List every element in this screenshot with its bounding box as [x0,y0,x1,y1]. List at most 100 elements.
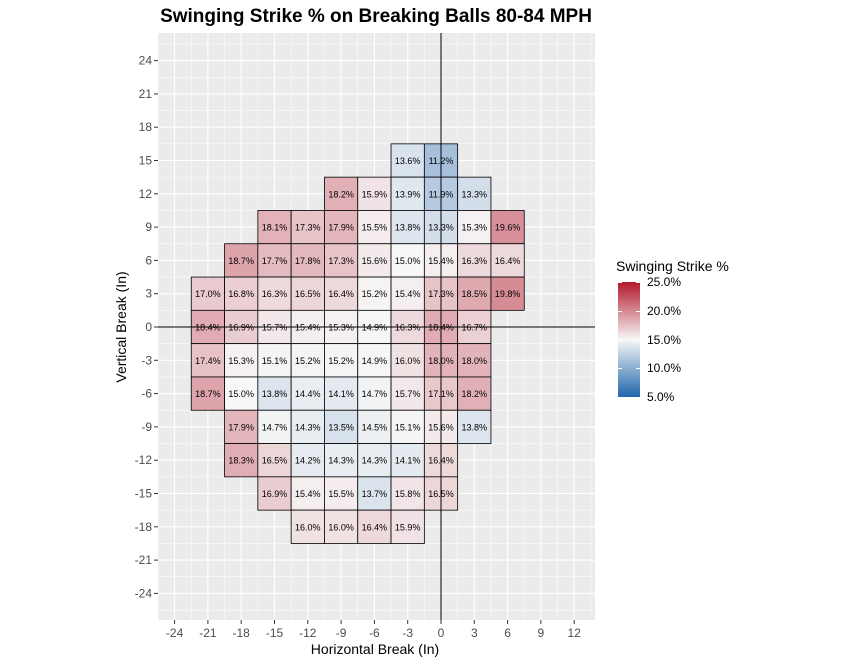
heatmap-cell: 16.3% [457,243,492,278]
heatmap-cell: 13.8% [257,376,292,411]
heatmap-cell: 15.9% [390,509,425,544]
heatmap-cell: 16.5% [257,443,292,478]
x-tick-label: 3 [471,626,478,640]
heatmap-cell: 14.7% [257,409,292,444]
heatmap-cell-label: 15.1% [262,356,288,366]
heatmap-cell: 19.8% [490,276,525,311]
x-tick-label: -6 [369,626,380,640]
heatmap-cell: 15.9% [357,176,392,211]
y-tick-label: 15 [139,154,153,168]
heatmap-cell-label: 14.1% [395,456,421,466]
heatmap-cell: 16.0% [324,509,359,544]
heatmap-cell: 13.7% [357,476,392,511]
heatmap-cell-label: 17.3% [328,256,354,266]
heatmap-cell: 16.4% [324,276,359,311]
legend-label: 20.0% [647,303,682,318]
heatmap-cell-label: 14.7% [362,389,388,399]
x-tick-label: 12 [568,626,582,640]
heatmap-cell: 15.2% [290,343,325,378]
heatmap-cell: 16.8% [224,276,259,311]
heatmap-cell-label: 13.3% [462,189,488,199]
heatmap-cell-label: 16.4% [328,289,354,299]
heatmap-cell: 14.1% [390,443,425,478]
heatmap-cell-label: 16.0% [295,522,321,532]
legend-tick [636,368,640,370]
y-tick-label: -24 [135,586,153,600]
heatmap-cell-label: 14.4% [295,389,321,399]
heatmap-cell-label: 14.9% [362,356,388,366]
heatmap-cell: 14.3% [290,409,325,444]
heatmap-cell-label: 16.4% [495,256,521,266]
heatmap-cell: 18.2% [324,176,359,211]
heatmap-cell: 15.5% [357,210,392,245]
heatmap-cell-label: 13.6% [395,156,421,166]
heatmap-cell: 16.0% [290,509,325,544]
x-tick-label: -3 [402,626,413,640]
heatmap-cell-label: 18.1% [262,223,288,233]
heatmap-cell: 15.0% [390,243,425,278]
heatmap-cell: 18.2% [457,376,492,411]
heatmap-cell-label: 18.0% [462,356,488,366]
y-tick-label: 12 [139,187,153,201]
heatmap-cell: 16.4% [490,243,525,278]
heatmap-cell-label: 19.6% [495,223,521,233]
x-tick-label: -21 [199,626,217,640]
heatmap-cell-label: 18.2% [328,189,354,199]
x-tick-label: -24 [166,626,184,640]
heatmap-cell-label: 14.2% [295,456,321,466]
heatmap-cell: 13.3% [457,176,492,211]
heatmap-cell: 15.2% [357,276,392,311]
heatmap-cell: 13.6% [390,143,425,178]
x-tick-label: 6 [504,626,511,640]
y-tick-label: -21 [135,553,153,567]
y-tick-label: 6 [145,253,152,267]
heatmap-cell-label: 13.5% [328,422,354,432]
y-tick-label: 9 [145,220,152,234]
heatmap-cell: 14.3% [324,443,359,478]
heatmap-cell-label: 14.3% [362,456,388,466]
y-tick-label: -3 [141,353,152,367]
heatmap-cell: 15.8% [390,476,425,511]
y-tick-label: -6 [141,387,152,401]
heatmap-cell-label: 15.3% [462,223,488,233]
heatmap-cell: 13.8% [457,409,492,444]
heatmap-cell: 16.3% [257,276,292,311]
legend-tick [618,397,622,398]
y-tick-label: -15 [135,487,153,501]
heatmap-cell: 15.2% [324,343,359,378]
heatmap-cell-label: 18.5% [462,289,488,299]
heatmap-cell: 19.6% [490,210,525,245]
heatmap-cell: 14.5% [357,409,392,444]
heatmap-cell-label: 15.5% [362,223,388,233]
heatmap-cell-label: 14.3% [328,456,354,466]
heatmap-cell-label: 15.3% [228,356,254,366]
heatmap-cell: 14.3% [357,443,392,478]
legend-tick [636,282,640,283]
heatmap-cell-label: 16.5% [262,456,288,466]
heatmap-cell-label: 19.8% [495,289,521,299]
heatmap-cell: 16.0% [390,343,425,378]
heatmap-cell-label: 15.2% [295,356,321,366]
heatmap-cell: 15.1% [390,409,425,444]
heatmap-cell: 15.7% [390,376,425,411]
heatmap-cell-label: 17.0% [195,289,221,299]
heatmap-cell-label: 14.1% [328,389,354,399]
heatmap-cell: 17.3% [290,210,325,245]
heatmap-cell-label: 17.9% [228,422,254,432]
heatmap-cell-label: 14.3% [295,422,321,432]
heatmap-cell: 15.4% [290,476,325,511]
heatmap-cell-label: 16.8% [228,289,254,299]
heatmap-cell-label: 15.0% [228,389,254,399]
heatmap-cell-label: 16.3% [462,256,488,266]
heatmap-cell: 16.9% [257,476,292,511]
y-tick-label: -9 [141,420,152,434]
x-tick-label: -15 [266,626,284,640]
heatmap-cell-label: 18.3% [228,456,254,466]
heatmap-cell: 15.4% [390,276,425,311]
y-tick-label: 21 [139,87,153,101]
legend-tick [618,282,622,283]
y-tick-label: -18 [135,520,153,534]
heatmap-cell-label: 15.6% [362,256,388,266]
heatmap-cell: 18.5% [457,276,492,311]
heatmap-cell: 14.9% [357,343,392,378]
